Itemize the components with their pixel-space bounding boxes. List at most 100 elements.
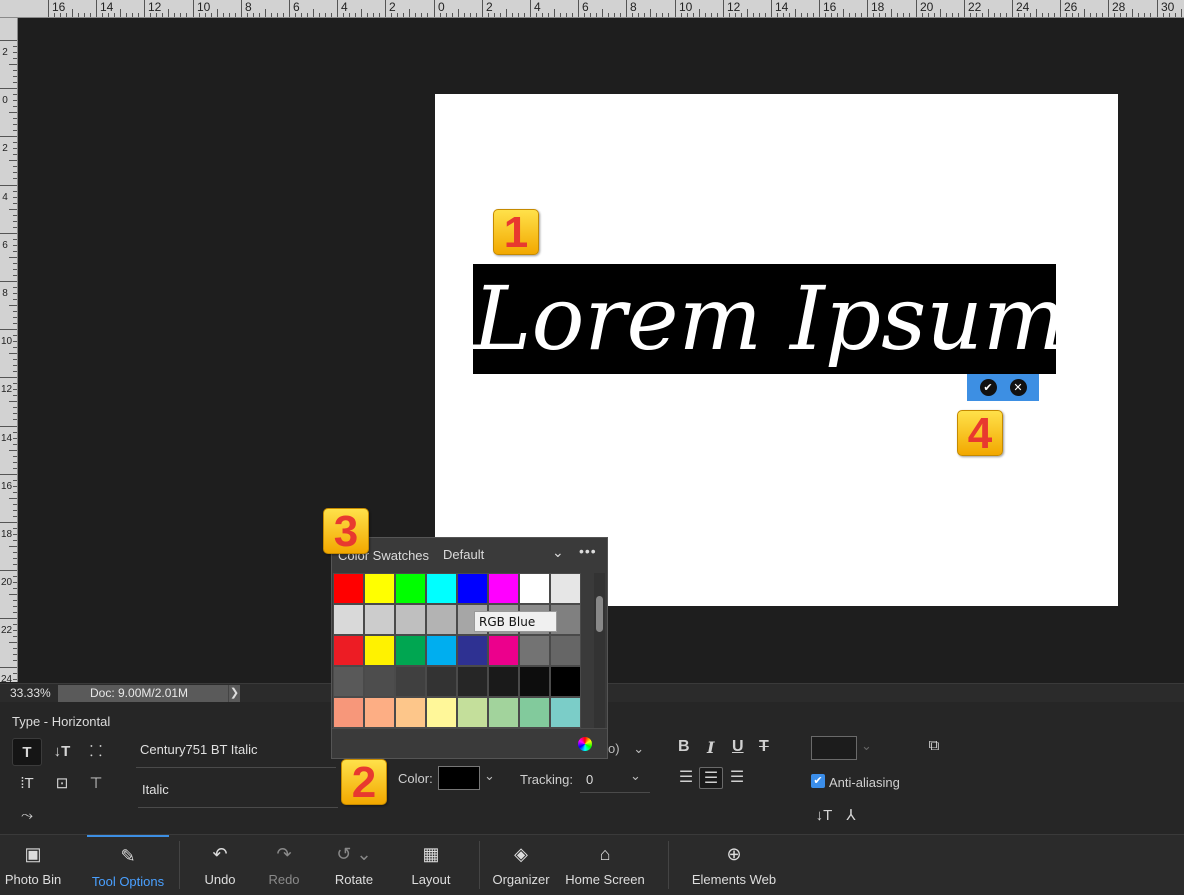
color-swatch[interactable] [426, 697, 457, 728]
bold-button[interactable]: B [678, 738, 690, 756]
more-options-icon[interactable]: ••• [579, 543, 597, 559]
color-swatch[interactable] [426, 666, 457, 697]
color-swatch[interactable] [457, 573, 488, 604]
chevron-right-icon[interactable]: ❯ [228, 685, 240, 702]
color-swatch[interactable] [457, 697, 488, 728]
undo-button[interactable]: ↶ Undo [195, 835, 245, 895]
text-to-shape-icon[interactable]: ⅄ [836, 802, 866, 830]
align-right-icon[interactable]: ☰ [725, 767, 749, 789]
align-left-icon[interactable]: ☰ [674, 767, 698, 789]
font-size-dropdown[interactable]: o) ⌄ [608, 741, 644, 757]
color-swatch[interactable] [333, 697, 364, 728]
color-swatch[interactable] [488, 573, 519, 604]
chevron-down-icon[interactable]: ⌄ [484, 768, 495, 784]
color-swatch[interactable] [333, 573, 364, 604]
color-swatch[interactable] [333, 604, 364, 635]
align-center-icon[interactable]: ☰ [699, 767, 723, 789]
chevron-down-icon[interactable]: ⌄ [861, 738, 872, 754]
color-swatch[interactable] [395, 697, 426, 728]
color-swatch[interactable] [488, 697, 519, 728]
color-swatch[interactable] [457, 666, 488, 697]
text-layer[interactable]: Lorem Ipsum [473, 264, 1066, 374]
ruler-tick [554, 9, 555, 17]
color-swatch[interactable] [550, 697, 581, 728]
ruler-tick [0, 570, 17, 571]
color-swatch[interactable] [550, 635, 581, 666]
ruler-tick [13, 462, 17, 463]
vertical-type-mask-icon[interactable]: ⁞T [12, 770, 42, 798]
swatches-footer [332, 728, 607, 758]
text-on-selection-icon[interactable]: ⊡ [47, 770, 77, 798]
ruler-tick [13, 438, 17, 439]
tool-options-button[interactable]: ✎ Tool Options [87, 835, 169, 895]
ruler-tick [9, 401, 17, 402]
color-swatch[interactable] [364, 604, 395, 635]
color-swatch[interactable] [426, 604, 457, 635]
change-orientation-icon[interactable]: ↓T [809, 802, 839, 830]
color-swatch[interactable] [488, 666, 519, 697]
doc-size-info[interactable]: Doc: 9.00M/2.01M [58, 685, 228, 702]
organizer-button[interactable]: ◈ Organizer [490, 835, 552, 895]
color-swatch[interactable] [519, 697, 550, 728]
color-swatch[interactable] [364, 573, 395, 604]
leading-field[interactable] [811, 736, 857, 760]
text-on-path-icon[interactable]: ⤳ [12, 802, 42, 830]
color-swatch[interactable] [426, 573, 457, 604]
swatch-preset-dropdown[interactable]: Default [443, 547, 484, 562]
ruler-tick [13, 365, 17, 366]
cancel-icon[interactable]: ✕ [1009, 379, 1027, 396]
ruler-tick [620, 13, 621, 17]
home-screen-button[interactable]: ⌂ Home Screen [565, 835, 645, 895]
anti-aliasing-checkbox[interactable]: ✔ [811, 774, 825, 788]
color-swatch[interactable] [519, 573, 550, 604]
italic-button[interactable]: I [707, 738, 714, 757]
zoom-level[interactable]: 33.33% [0, 684, 58, 703]
ruler-tick [13, 299, 17, 300]
color-swatch[interactable] [364, 666, 395, 697]
font-style-field[interactable]: Italic [138, 782, 338, 808]
warp-text-icon[interactable]: ⧉ [919, 732, 949, 760]
ruler-tick [235, 13, 236, 17]
ruler-tick [849, 13, 850, 17]
ruler-tick [331, 13, 332, 17]
rotate-button[interactable]: ↺ ⌄ Rotate [328, 835, 380, 895]
tracking-value[interactable]: 0 [586, 772, 593, 787]
color-swatch[interactable] [333, 666, 364, 697]
color-swatch[interactable] [395, 666, 426, 697]
text-color-swatch[interactable] [438, 766, 480, 790]
font-family-field[interactable]: Century751 BT Italic [136, 742, 336, 768]
color-swatch[interactable] [550, 666, 581, 697]
elements-web-button[interactable]: ⊕ Elements Web [690, 835, 778, 895]
ruler-tick [9, 112, 17, 113]
ruler-tick [205, 13, 206, 17]
check-icon[interactable]: ✔ [979, 379, 997, 396]
ruler-tick [1018, 13, 1019, 17]
color-swatch[interactable] [488, 635, 519, 666]
color-swatch[interactable] [395, 635, 426, 666]
horizontal-type-mask-icon[interactable]: ⸬ [81, 738, 111, 766]
vertical-type-icon[interactable]: ↓T [47, 738, 77, 766]
photo-bin-button[interactable]: ▣ Photo Bin [0, 835, 66, 895]
chevron-down-icon[interactable]: ⌄ [630, 768, 641, 784]
color-swatch[interactable] [457, 635, 488, 666]
ruler-tick [885, 13, 886, 17]
color-swatch[interactable] [519, 635, 550, 666]
color-swatch[interactable] [333, 635, 364, 666]
color-swatch[interactable] [395, 604, 426, 635]
underline-button[interactable]: U [732, 738, 744, 756]
color-swatch[interactable] [364, 697, 395, 728]
strikethrough-button[interactable]: T [759, 738, 769, 756]
color-wheel-icon[interactable] [578, 737, 592, 751]
color-swatch[interactable] [364, 635, 395, 666]
swatch-scrollbar-thumb[interactable] [596, 596, 603, 632]
color-swatch[interactable] [550, 573, 581, 604]
color-swatch[interactable] [395, 573, 426, 604]
color-swatch[interactable] [426, 635, 457, 666]
chevron-down-icon[interactable]: ⌄ [552, 544, 564, 561]
color-swatch[interactable] [519, 666, 550, 697]
ruler-label: 2 [2, 143, 8, 154]
redo-button[interactable]: ↷ Redo [259, 835, 309, 895]
layout-button[interactable]: ▦ Layout [406, 835, 456, 895]
horizontal-type-icon[interactable]: T [12, 738, 42, 766]
text-on-shape-icon[interactable]: ⊤ [81, 770, 111, 798]
